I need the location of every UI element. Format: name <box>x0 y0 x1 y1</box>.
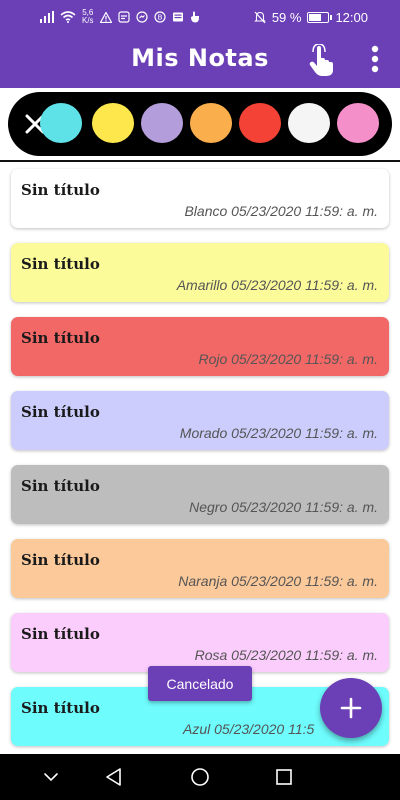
color-swatch-red[interactable] <box>239 103 281 143</box>
recents-icon[interactable] <box>273 766 295 788</box>
note-meta: Negro 05/23/2020 11:59: a. m. <box>189 499 378 515</box>
note-card[interactable]: Sin título Blanco 05/23/2020 11:59: a. m… <box>11 169 389 228</box>
note-title: Sin título <box>21 477 100 495</box>
note-card[interactable]: Sin título Rojo 05/23/2020 11:59: a. m. <box>11 317 389 376</box>
snackbar: Cancelado <box>148 666 252 701</box>
signal-icon <box>40 11 54 23</box>
speed-unit: K/s <box>82 16 94 25</box>
status-right: 59 % 12:00 <box>253 9 368 25</box>
color-swatch-white[interactable] <box>288 103 330 143</box>
bitcoin-icon: B <box>153 11 166 23</box>
color-swatch-purple[interactable] <box>141 103 183 143</box>
network-speed: 5,6 K/s <box>82 9 94 25</box>
touch-icon[interactable] <box>306 44 336 78</box>
color-swatch-pink[interactable] <box>337 103 379 143</box>
notification-icon <box>117 11 130 23</box>
wifi-icon <box>60 11 76 23</box>
app-screen: 5,6 K/s B 59 % 12:00 Mis Notas Sin títul… <box>0 0 400 800</box>
add-icon <box>340 697 362 719</box>
color-swatch-cyan[interactable] <box>40 103 82 143</box>
note-meta: Amarillo 05/23/2020 11:59: a. m. <box>176 277 378 293</box>
note-card[interactable]: Sin título Negro 05/23/2020 11:59: a. m. <box>11 465 389 524</box>
app-bar: Mis Notas <box>0 34 400 88</box>
app-title: Mis Notas <box>131 44 269 72</box>
battery-percent: 59 % <box>271 9 302 25</box>
note-card[interactable]: Sin título Naranja 05/23/2020 11:59: a. … <box>11 539 389 598</box>
more-vert-icon[interactable] <box>364 44 386 78</box>
note-card[interactable]: Sin título Morado 05/23/2020 11:59: a. m… <box>11 391 389 450</box>
battery-fill <box>309 13 322 21</box>
color-swatch-yellow[interactable] <box>92 103 134 143</box>
note-meta: Rosa 05/23/2020 11:59: a. m. <box>194 647 378 663</box>
note-title: Sin título <box>21 181 100 199</box>
divider <box>0 160 400 162</box>
note-title: Sin título <box>21 551 100 569</box>
note-title: Sin título <box>21 329 100 347</box>
note-card[interactable]: Sin título Rosa 05/23/2020 11:59: a. m. <box>11 613 389 672</box>
color-palette-bar <box>8 92 392 156</box>
status-left: 5,6 K/s B <box>40 9 200 25</box>
color-swatch-orange[interactable] <box>190 103 232 143</box>
svg-text:B: B <box>157 14 162 22</box>
gesture-icon <box>190 11 199 23</box>
note-meta: Azul 05/23/2020 11:5 <box>183 721 315 737</box>
note-card[interactable]: Sin título Amarillo 05/23/2020 11:59: a.… <box>11 243 389 302</box>
note-title: Sin título <box>21 255 100 273</box>
note-title: Sin título <box>21 625 100 643</box>
note-title: Sin título <box>21 403 100 421</box>
status-time: 12:00 <box>335 9 368 25</box>
hide-nav-icon[interactable] <box>40 766 62 788</box>
messenger-icon <box>135 11 148 23</box>
note-meta: Morado 05/23/2020 11:59: a. m. <box>179 425 378 441</box>
note-meta: Blanco 05/23/2020 11:59: a. m. <box>184 203 378 219</box>
warning-icon <box>99 11 112 23</box>
mute-bell-icon <box>253 11 266 23</box>
back-icon[interactable] <box>104 766 126 788</box>
home-icon[interactable] <box>189 766 211 788</box>
system-nav-bar <box>0 754 400 800</box>
note-meta: Naranja 05/23/2020 11:59: a. m. <box>178 573 378 589</box>
news-icon <box>172 12 183 22</box>
add-note-button[interactable] <box>320 678 382 738</box>
battery-icon <box>307 11 333 23</box>
note-meta: Rojo 05/23/2020 11:59: a. m. <box>198 351 378 367</box>
status-bar: 5,6 K/s B 59 % 12:00 <box>0 0 400 34</box>
note-title: Sin título <box>21 699 100 717</box>
